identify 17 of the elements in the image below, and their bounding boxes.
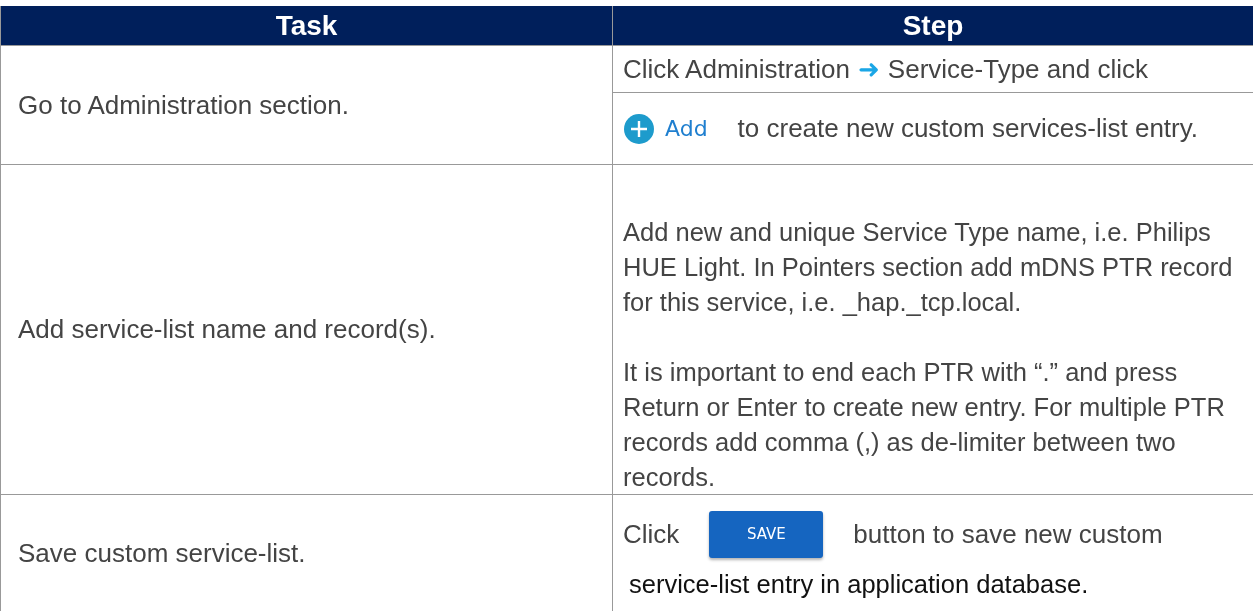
column-header: Task (1, 6, 613, 46)
step-text: Service-Type and click (887, 53, 1148, 85)
step-text: button to save new custom (853, 518, 1163, 550)
plus-icon (623, 112, 655, 145)
save-button[interactable]: SAVE (709, 510, 824, 558)
step-paragraph: It is important to end each PTR with “.” and press Return or Enter to create new entry. For multiple PTR records add comma (,) as de-limiter between two records. (622, 357, 1226, 493)
task-text: Add service-list name and record(s). (18, 314, 436, 345)
step-text: Click (623, 518, 680, 550)
add-button[interactable]: Add (623, 112, 708, 145)
task-text: Save custom service-list. (18, 538, 306, 569)
column-header: Step (613, 6, 1253, 46)
step-paragraph: Add new and unique Service Type name, i.e. Philips HUE Light. In Pointers section add mDNS PTR record for this service, i.e. _hap._tcp.local. (622, 217, 1234, 318)
step-text: Click Administration (623, 53, 850, 85)
task-text: Go to Administration section. (18, 89, 349, 121)
step-text: to create new custom services-list entry. (737, 113, 1199, 144)
step-paragraph: service-list entry in application database. (628, 569, 1090, 599)
arrow-icon: ➜ (857, 53, 880, 85)
